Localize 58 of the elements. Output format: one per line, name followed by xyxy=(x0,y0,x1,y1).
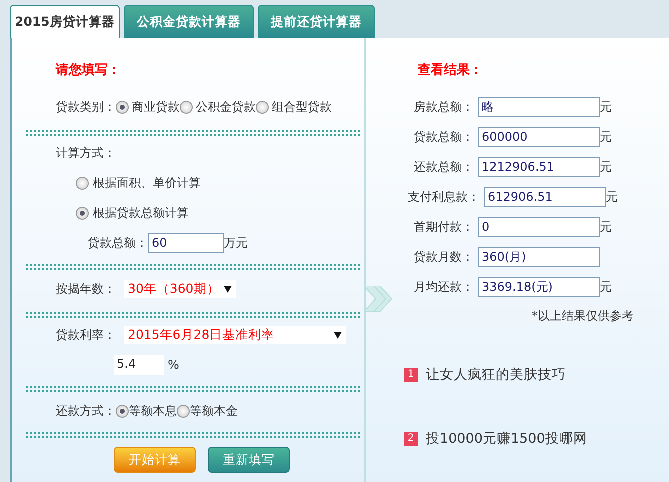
field-label: 还款总额： xyxy=(413,159,475,176)
radio-label[interactable]: 根据面积、单价计算 xyxy=(93,174,201,192)
field-label: 月均还款： xyxy=(413,279,475,296)
result-field: 略 xyxy=(478,97,600,117)
unit-label: 元 xyxy=(600,99,612,116)
results-heading: 查看结果： xyxy=(418,62,483,80)
article-link[interactable]: 投10000元赚1500投哪网 xyxy=(426,428,588,450)
article-link[interactable]: 让女人疯狂的美肤技巧 xyxy=(426,364,566,386)
unit-label: 元 xyxy=(600,279,612,296)
radio-button[interactable] xyxy=(116,100,129,114)
field-label: 还款方式： xyxy=(56,403,116,420)
radio-button[interactable] xyxy=(76,176,89,190)
number-badge: 1 xyxy=(404,368,418,382)
radio-label[interactable]: 根据贷款总额计算 xyxy=(93,204,189,222)
number-badge: 2 xyxy=(404,432,418,446)
unit-label: 元 xyxy=(600,129,612,146)
radio-label[interactable]: 等额本金 xyxy=(190,402,238,420)
amount-field[interactable]: 60 xyxy=(148,233,224,253)
unit-label: % xyxy=(168,357,180,374)
field-label: 按揭年数： xyxy=(56,281,116,298)
result-field: 3369.18(元) xyxy=(478,277,600,297)
radio-button[interactable] xyxy=(177,404,190,418)
field-label: 贷款类别： xyxy=(56,99,116,116)
unit-label: 元 xyxy=(606,189,618,206)
years-select[interactable]: 30年（360期） xyxy=(124,280,236,298)
field-label: 支付利息款： xyxy=(407,189,481,206)
radio-label[interactable]: 商业贷款 xyxy=(132,98,180,116)
result-field: 0 xyxy=(478,217,600,237)
tab[interactable]: 2015房贷计算器 xyxy=(10,5,120,38)
radio-button[interactable] xyxy=(256,100,269,114)
select-value: 30年（360期） xyxy=(128,280,220,298)
rate-select[interactable]: 2015年6月28日基准利率 xyxy=(124,326,346,344)
field-label: 计算方式： xyxy=(56,145,116,162)
radio-button[interactable] xyxy=(116,404,129,418)
field-label: 首期付款： xyxy=(413,219,475,236)
rate-field[interactable]: 5.4 xyxy=(114,355,164,375)
field-label: 贷款总额： xyxy=(88,235,148,252)
select-value: 2015年6月28日基准利率 xyxy=(128,326,275,344)
result-field: 1212906.51 xyxy=(478,157,600,177)
radio-label[interactable]: 公积金贷款 xyxy=(196,98,256,116)
caret-icon xyxy=(334,332,342,338)
unit-label: 元 xyxy=(600,219,612,236)
note-text: *以上结果仅供参考 xyxy=(532,308,634,325)
field-label: 贷款月数： xyxy=(413,249,475,266)
result-field: 612906.51 xyxy=(484,187,606,207)
radio-label[interactable]: 组合型贷款 xyxy=(272,98,332,116)
form-heading: 请您填写： xyxy=(56,62,121,80)
radio-button[interactable] xyxy=(180,100,193,114)
radio-button[interactable] xyxy=(76,206,89,220)
result-field: 600000 xyxy=(478,127,600,147)
result-field: 360(月) xyxy=(478,247,600,267)
field-label: 贷款总额： xyxy=(413,129,475,146)
unit-label: 元 xyxy=(600,159,612,176)
unit-label: 万元 xyxy=(224,235,248,252)
field-label: 房款总额： xyxy=(413,99,475,116)
field-label: 贷款利率： xyxy=(56,327,116,344)
radio-label[interactable]: 等额本息 xyxy=(129,402,177,420)
caret-icon xyxy=(224,286,232,292)
